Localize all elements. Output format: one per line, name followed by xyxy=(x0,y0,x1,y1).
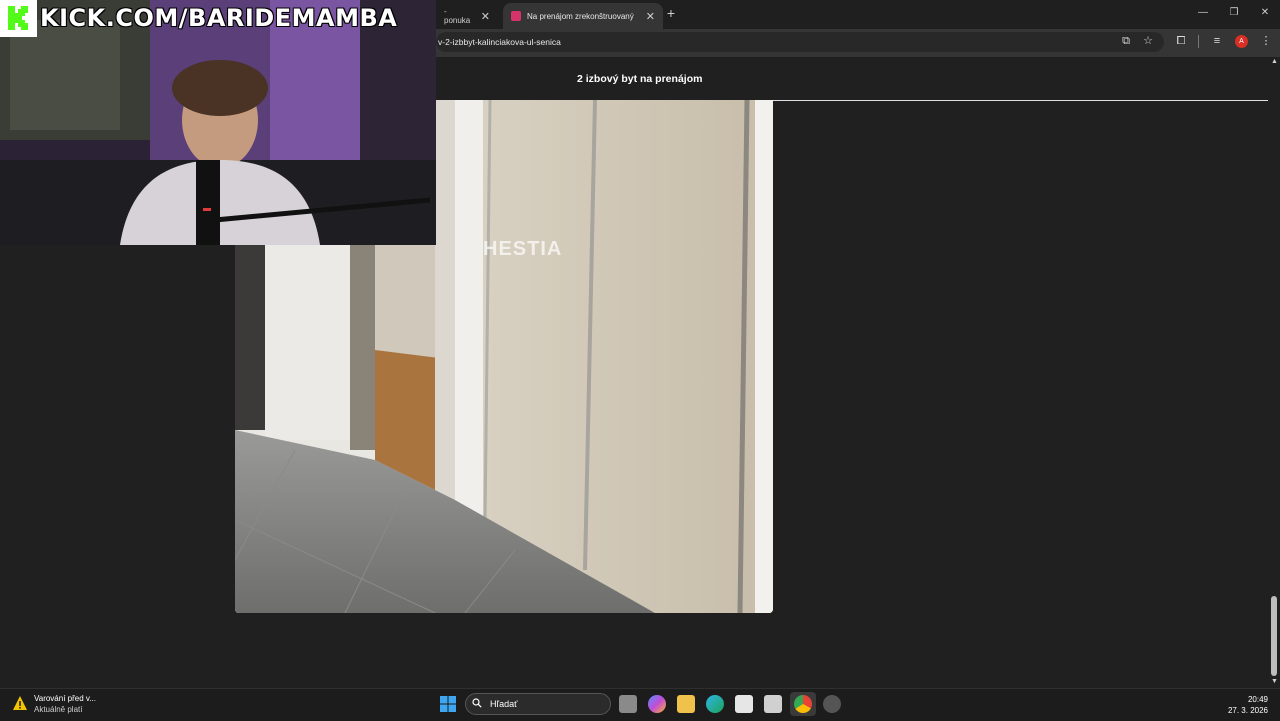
toolbar-separator xyxy=(1198,35,1199,48)
tab-label: - ponuka xyxy=(444,7,471,25)
windows-start-icon[interactable] xyxy=(440,696,456,712)
window-close-icon[interactable]: ✕ xyxy=(1258,7,1272,18)
kick-logo-icon xyxy=(8,6,28,30)
tab-inactive[interactable]: - ponuka ✕ xyxy=(436,3,498,29)
store-icon[interactable] xyxy=(735,695,753,713)
tab-label: Na prenájom zrekonštruovaný xyxy=(527,11,634,21)
site-favicon-icon xyxy=(511,11,521,21)
photo-watermark: HESTIA xyxy=(483,238,563,260)
webcam-feed-illustration xyxy=(0,0,436,245)
profile-avatar[interactable]: A xyxy=(1235,35,1248,48)
extensions-icon[interactable]: ⧠ xyxy=(1174,34,1188,48)
taskbar-search-input[interactable]: Hľadať xyxy=(465,693,611,715)
webcam-overlay: KICK.COM/BARIDEMAMBA xyxy=(0,0,436,245)
address-bar[interactable]: v-2-izbbyt-kalinciakova-ul-senica xyxy=(436,32,1164,52)
tab-active[interactable]: Na prenájom zrekonštruovaný ✕ xyxy=(503,3,663,29)
listing-header xyxy=(436,57,1268,101)
app-icon-2[interactable] xyxy=(823,695,841,713)
search-icon xyxy=(472,698,482,708)
tab-search-icon[interactable]: ≡ xyxy=(1210,34,1224,48)
app-icon[interactable] xyxy=(764,695,782,713)
clock-date: 27. 3. 2026 xyxy=(1227,706,1268,715)
close-icon[interactable]: ✕ xyxy=(646,10,655,23)
plus-icon[interactable]: + xyxy=(664,6,678,20)
menu-icon[interactable]: ⋮ xyxy=(1259,34,1273,48)
clock-time: 20:49 xyxy=(1247,695,1268,704)
url-text: v-2-izbbyt-kalinciakova-ul-senica xyxy=(438,37,561,47)
kick-channel-text: KICK.COM/BARIDEMAMBA xyxy=(40,4,398,32)
scrollbar-thumb[interactable] xyxy=(1271,596,1277,676)
taskbar-clock[interactable]: 20:49 27. 3. 2026 xyxy=(1222,694,1268,716)
restore-icon[interactable]: ❐ xyxy=(1227,7,1241,18)
weather-alert-title[interactable]: Varování před v... xyxy=(34,694,96,703)
scroll-down-icon[interactable]: ▼ xyxy=(1270,678,1279,685)
page-scrollbar[interactable] xyxy=(1268,57,1280,688)
edge-icon[interactable] xyxy=(706,695,724,713)
windows-taskbar xyxy=(0,688,1280,721)
kick-logo xyxy=(0,0,37,37)
copilot-icon[interactable] xyxy=(648,695,666,713)
install-icon[interactable]: ⧉ xyxy=(1119,34,1133,48)
minimize-icon[interactable]: — xyxy=(1196,7,1210,18)
close-icon[interactable]: ✕ xyxy=(481,10,490,23)
task-view-icon[interactable] xyxy=(619,695,637,713)
scroll-up-icon[interactable]: ▲ xyxy=(1270,58,1279,65)
warning-icon[interactable] xyxy=(12,695,28,711)
weather-alert-subtitle: Aktuálně platí xyxy=(34,705,83,714)
page-title: 2 izbový byt na prenájom xyxy=(577,73,703,85)
star-icon[interactable]: ☆ xyxy=(1141,34,1155,48)
chrome-icon[interactable] xyxy=(794,695,812,713)
file-explorer-icon[interactable] xyxy=(677,695,695,713)
